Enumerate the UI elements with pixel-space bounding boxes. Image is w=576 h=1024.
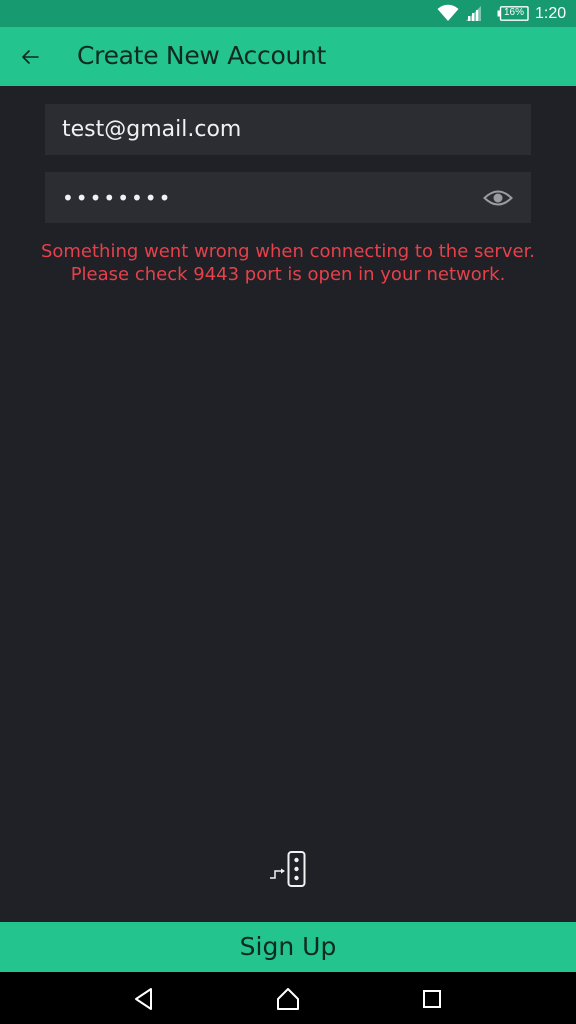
battery-level-text: 16% [503,7,524,18]
status-bar: 16% 1:20 [0,0,576,27]
email-input[interactable] [45,104,531,155]
cellular-signal-icon [466,6,481,21]
error-line-2: Please check 9443 port is open in your n… [70,264,506,285]
navigation-bar [0,972,576,1024]
back-button[interactable] [14,41,46,73]
show-password-button[interactable] [483,186,513,210]
server-settings-button[interactable] [266,850,310,892]
sign-up-button[interactable]: Sign Up [0,922,576,972]
email-field[interactable] [45,104,531,155]
server-connect-icon [270,851,306,887]
nav-home-icon[interactable] [275,986,301,1012]
eye-icon [483,190,513,206]
nav-back-icon[interactable] [131,986,157,1012]
status-time: 1:20 [535,5,567,22]
password-field[interactable] [45,172,531,223]
error-message: Something went wrong when connecting to … [0,240,576,286]
error-line-1: Something went wrong when connecting to … [40,241,536,262]
nav-recent-apps-icon[interactable] [419,986,445,1012]
app-bar: Create New Account [0,27,576,86]
page-title: Create New Account [77,41,327,70]
arrow-left-icon [22,50,39,64]
wifi-icon [437,4,459,21]
password-input[interactable] [45,172,531,223]
